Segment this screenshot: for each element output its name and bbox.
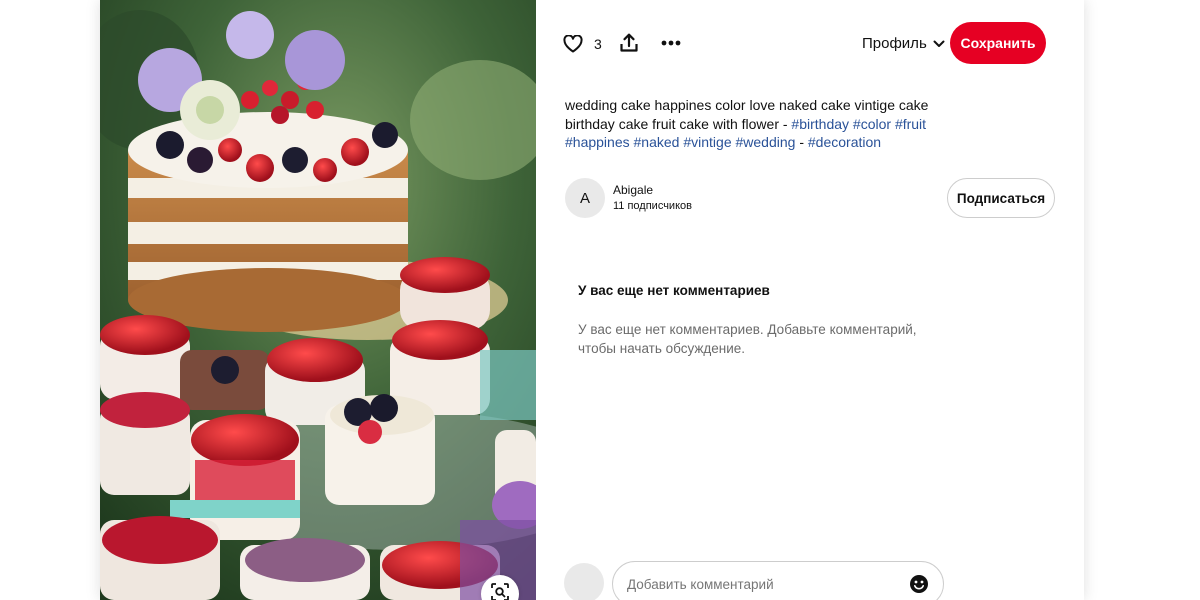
chevron-down-icon bbox=[933, 40, 945, 47]
tag-separator: - bbox=[799, 134, 804, 150]
save-button[interactable]: Сохранить bbox=[950, 22, 1046, 64]
author-name[interactable]: Abigale bbox=[613, 183, 653, 197]
comments-empty-text: У вас еще нет комментариев. Добавьте ком… bbox=[578, 322, 917, 356]
pin-card: 3 Профиль Сохранить wedding cake happine… bbox=[100, 0, 1084, 600]
heart-icon bbox=[563, 35, 583, 53]
comments-title: У вас еще нет комментариев bbox=[578, 283, 770, 298]
share-icon bbox=[620, 33, 638, 52]
cake-photo bbox=[100, 0, 536, 600]
board-select[interactable]: Профиль bbox=[862, 35, 945, 52]
like-count: 3 bbox=[594, 36, 602, 52]
emoji-icon[interactable] bbox=[909, 574, 929, 594]
comment-input[interactable] bbox=[627, 574, 897, 594]
share-button[interactable] bbox=[618, 32, 640, 54]
pin-image[interactable] bbox=[100, 0, 536, 600]
more-icon bbox=[661, 40, 681, 46]
tag-link[interactable]: #fruit bbox=[895, 116, 926, 132]
pin-details: 3 Профиль Сохранить wedding cake happine… bbox=[536, 0, 1084, 600]
author-followers: 11 подписчиков bbox=[613, 200, 692, 212]
tag-link[interactable]: #vintige bbox=[683, 134, 731, 150]
tag-link[interactable]: #naked bbox=[634, 134, 680, 150]
comment-box bbox=[612, 561, 944, 600]
author-avatar[interactable]: A bbox=[565, 178, 605, 218]
pin-description: wedding cake happines color love naked c… bbox=[565, 96, 945, 152]
board-select-label: Профиль bbox=[862, 35, 927, 52]
pin-toolbar: 3 Профиль Сохранить bbox=[536, 22, 1084, 64]
tag-link[interactable]: #wedding bbox=[736, 134, 796, 150]
tag-link[interactable]: #color bbox=[853, 116, 891, 132]
visual-search-icon bbox=[491, 583, 509, 600]
current-user-avatar bbox=[564, 563, 604, 600]
like-button[interactable] bbox=[562, 33, 584, 55]
tag-link[interactable]: #decoration bbox=[808, 134, 881, 150]
author-block: A Abigale 11 подписчиков bbox=[565, 178, 965, 218]
tag-link[interactable]: #birthday bbox=[791, 116, 849, 132]
more-options-button[interactable] bbox=[659, 32, 683, 54]
follow-button[interactable]: Подписаться bbox=[947, 178, 1055, 218]
tag-link[interactable]: #happines bbox=[565, 134, 630, 150]
